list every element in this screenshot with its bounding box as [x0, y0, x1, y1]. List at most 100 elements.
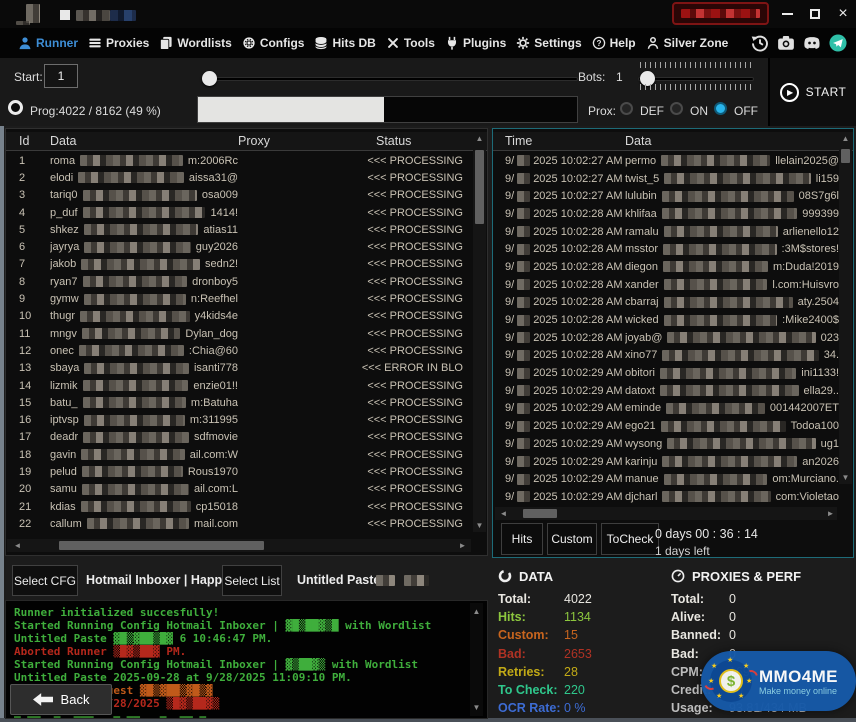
cell-data: jayrya guy2026	[50, 241, 238, 253]
table-row[interactable]: 14 lizmik enzie01!! <<< PROCESSING	[6, 377, 473, 394]
left-vscroll-thumb[interactable]	[475, 150, 484, 224]
table-row[interactable]: 9/ 2025 10:02:29 AM datoxt ella29..	[493, 382, 839, 400]
scroll-left-icon[interactable]: ◄	[497, 507, 510, 520]
col-status[interactable]: Status	[356, 134, 487, 148]
table-row[interactable]: 17 deadr sdfmovie <<< PROCESSING	[6, 429, 473, 446]
menu-item-settings[interactable]: Settings	[516, 36, 581, 50]
scroll-up-icon[interactable]: ▲	[473, 132, 486, 145]
minimize-button[interactable]	[776, 5, 798, 23]
discord-button[interactable]	[802, 33, 822, 53]
table-row[interactable]: 9/ 2025 10:02:28 AM xino77 34.	[493, 347, 839, 365]
close-button[interactable]: ×	[832, 5, 854, 23]
start-button[interactable]: ▶ START	[768, 58, 856, 126]
menu-item-configs[interactable]: Configs	[242, 36, 305, 50]
table-row[interactable]: 7 jakob sedn2! <<< PROCESSING	[6, 256, 473, 273]
log-vscrollbar[interactable]: ▲ ▼	[470, 603, 483, 716]
scroll-down-icon[interactable]: ▼	[473, 519, 486, 532]
table-row[interactable]: 9/ 2025 10:02:29 AM karinju an2026	[493, 453, 839, 471]
table-row[interactable]: 9/ 2025 10:02:29 AM obitori ini1133!	[493, 364, 839, 382]
table-row[interactable]: 9/ 2025 10:02:29 AM djcharl com:Violetao	[493, 488, 839, 506]
scroll-down-icon[interactable]: ▼	[470, 701, 483, 714]
table-row[interactable]: 9/ 2025 10:02:27 AM permo llelain2025@	[493, 152, 839, 170]
scroll-down-icon[interactable]: ▼	[839, 471, 852, 484]
table-row[interactable]: 8 ryan7 dronboy5 <<< PROCESSING	[6, 273, 473, 290]
table-row[interactable]: 13 sbaya isanti778 <<< ERROR IN BLO	[6, 360, 473, 377]
table-row[interactable]: 9/ 2025 10:02:29 AM ego21 Todoa100	[493, 417, 839, 435]
menu-item-help[interactable]: ? Help	[592, 36, 636, 50]
table-row[interactable]: 9 gymw n:Reefhel <<< PROCESSING	[6, 290, 473, 307]
menu-item-hits-db[interactable]: Hits DB	[314, 36, 375, 50]
table-row[interactable]: 4 p_duf 1414! <<< PROCESSING	[6, 204, 473, 221]
menu-item-runner[interactable]: Runner	[18, 36, 78, 50]
table-row[interactable]: 18 gavin ail.com:W <<< PROCESSING	[6, 446, 473, 463]
tab-tocheck[interactable]: ToCheck	[601, 523, 659, 555]
menu-item-proxies[interactable]: Proxies	[88, 36, 149, 50]
col-data[interactable]: Data	[625, 134, 853, 148]
table-row[interactable]: 10 thugr y4kids4e <<< PROCESSING	[6, 308, 473, 325]
back-button[interactable]: Back	[10, 684, 112, 715]
table-row[interactable]: 9/ 2025 10:02:27 AM twist_5 li159	[493, 170, 839, 188]
table-row[interactable]: 15 batu_ m:Batuha <<< PROCESSING	[6, 394, 473, 411]
right-hscrollbar[interactable]: ◄ ►	[495, 507, 837, 520]
tab-hits[interactable]: Hits	[501, 523, 543, 555]
table-row[interactable]: 6 jayrya guy2026 <<< PROCESSING	[6, 238, 473, 255]
table-row[interactable]: 9/ 2025 10:02:28 AM cbarraj aty.2504	[493, 294, 839, 312]
table-row[interactable]: 2 elodi aissa31@ <<< PROCESSING	[6, 169, 473, 186]
table-row[interactable]: 22 callum mail.com <<< PROCESSING	[6, 515, 473, 532]
table-row[interactable]: 9/ 2025 10:02:28 AM khlifaa 999399	[493, 205, 839, 223]
col-proxy[interactable]: Proxy	[238, 134, 356, 148]
select-cfg-button[interactable]: Select CFG	[12, 565, 78, 596]
tab-custom[interactable]: Custom	[547, 523, 597, 555]
left-hscroll-thumb[interactable]	[59, 541, 264, 550]
scroll-up-icon[interactable]: ▲	[839, 132, 852, 145]
menu-item-tools[interactable]: Tools	[386, 36, 435, 50]
table-row[interactable]: 21 kdias cp15018 <<< PROCESSING	[6, 498, 473, 515]
prox-on-radio[interactable]	[670, 102, 683, 115]
left-vscrollbar[interactable]: ▲ ▼	[473, 132, 486, 532]
screenshot-button[interactable]	[776, 33, 796, 53]
history-button[interactable]	[750, 33, 770, 53]
telegram-button[interactable]	[828, 33, 848, 53]
table-row[interactable]: 9/ 2025 10:02:28 AM xander l.com:Huisvro	[493, 276, 839, 294]
table-row[interactable]: 20 samu ail.com:L <<< PROCESSING	[6, 481, 473, 498]
table-row[interactable]: 9/ 2025 10:02:28 AM joyab@ 023	[493, 329, 839, 347]
start-input[interactable]	[44, 64, 78, 88]
menu-item-plugins[interactable]: Plugins	[445, 36, 506, 50]
table-row[interactable]: 19 pelud Rous1970 <<< PROCESSING	[6, 463, 473, 480]
table-row[interactable]: 9/ 2025 10:02:27 AM lulubin 08S7g6l	[493, 187, 839, 205]
scroll-right-icon[interactable]: ►	[456, 539, 469, 552]
table-row[interactable]: 9/ 2025 10:02:29 AM wysong ug1	[493, 435, 839, 453]
right-vscroll-thumb[interactable]	[841, 149, 850, 163]
table-row[interactable]: 5 shkez atias11 <<< PROCESSING	[6, 221, 473, 238]
table-row[interactable]: 11 mngv Dylan_dog <<< PROCESSING	[6, 325, 473, 342]
menu-item-wordlists[interactable]: Wordlists	[159, 36, 231, 50]
prog-radio[interactable]	[8, 100, 23, 115]
table-row[interactable]: 9/ 2025 10:02:28 AM wicked :Mike2400$	[493, 311, 839, 329]
col-data[interactable]: Data	[50, 134, 238, 148]
table-row[interactable]: 9/ 2025 10:02:28 AM ramalu arlienello12	[493, 223, 839, 241]
right-vscrollbar[interactable]: ▲ ▼	[839, 132, 852, 484]
menu-item-silver-zone[interactable]: Silver Zone	[646, 36, 729, 50]
table-row[interactable]: 9/ 2025 10:02:28 AM msstor :3M$stores!	[493, 240, 839, 258]
prox-off-radio[interactable]	[714, 102, 727, 115]
table-row[interactable]: 12 onec :Chia@60 <<< PROCESSING	[6, 342, 473, 359]
left-hscrollbar[interactable]: ◄ ►	[7, 539, 471, 552]
table-row[interactable]: 9/ 2025 10:02:28 AM diegon m:Duda!2019	[493, 258, 839, 276]
prox-def-radio[interactable]	[620, 102, 633, 115]
scroll-right-icon[interactable]: ►	[824, 507, 837, 520]
right-hscroll-thumb[interactable]	[523, 509, 557, 518]
position-slider-thumb[interactable]	[202, 71, 217, 86]
table-row[interactable]: 16 iptvsp m:311995 <<< PROCESSING	[6, 411, 473, 428]
scroll-up-icon[interactable]: ▲	[470, 605, 483, 618]
scroll-left-icon[interactable]: ◄	[11, 539, 24, 552]
select-list-button[interactable]: Select List	[222, 565, 282, 596]
table-row[interactable]: 9/ 2025 10:02:29 AM manue om:Murciano.	[493, 470, 839, 488]
col-time[interactable]: Time	[493, 134, 625, 148]
maximize-button[interactable]	[804, 5, 826, 23]
table-row[interactable]: 1 roma m:2006Rc <<< PROCESSING	[6, 152, 473, 169]
table-row[interactable]: 3 tariq0 osa009 <<< PROCESSING	[6, 187, 473, 204]
position-slider[interactable]	[204, 77, 578, 81]
table-row[interactable]: 9/ 2025 10:02:29 AM eminde 001442007ET	[493, 400, 839, 418]
bots-slider[interactable]	[638, 77, 754, 81]
col-id[interactable]: Id	[6, 134, 50, 148]
